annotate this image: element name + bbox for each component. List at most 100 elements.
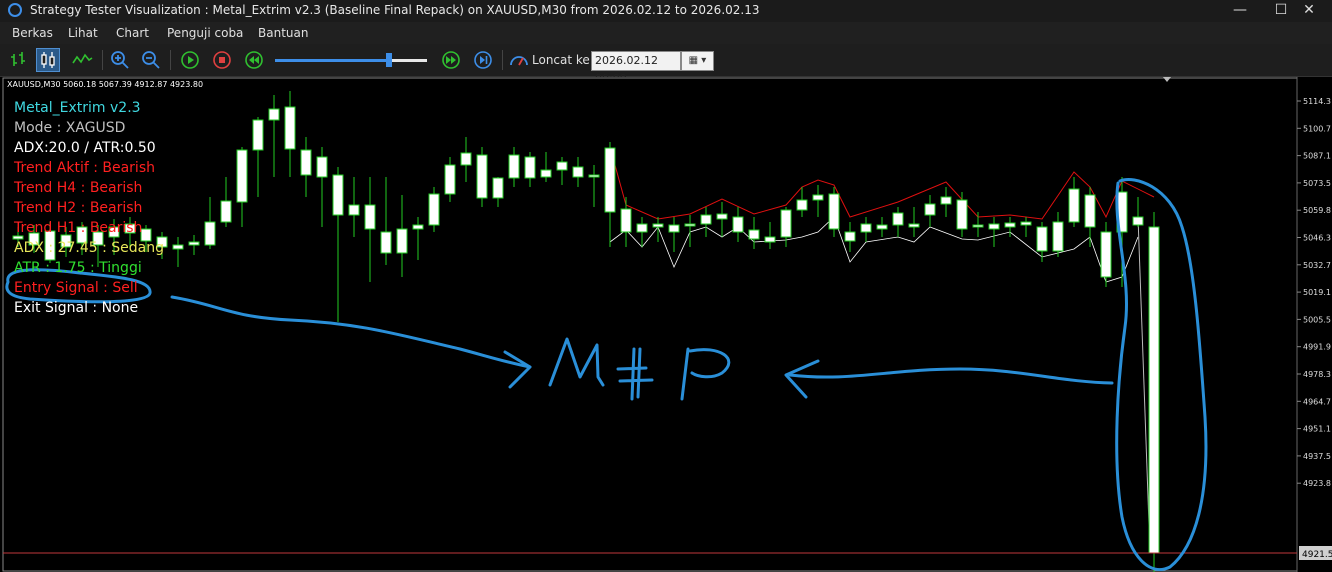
candle-body	[188, 241, 200, 246]
candle-body	[428, 193, 440, 226]
candle-body	[412, 224, 424, 230]
candle-body	[700, 214, 712, 225]
candle-body	[332, 174, 344, 216]
candle-body	[588, 174, 600, 178]
candle-body	[748, 229, 760, 240]
menu-bantuan[interactable]: Bantuan	[258, 26, 308, 40]
candle-body	[908, 223, 920, 228]
overlay-line-mode: Mode : XAGUSD	[14, 120, 126, 136]
play-icon[interactable]	[178, 48, 202, 72]
price-tick-label: 5019.1	[1303, 288, 1331, 297]
minimize-button[interactable]: —	[1217, 0, 1263, 22]
candle-body	[1052, 221, 1064, 252]
menu-chart[interactable]: Chart	[116, 26, 149, 40]
candle-body	[476, 154, 488, 199]
candle-body	[492, 177, 504, 199]
symbol-info: XAUUSD,M30 5060.18 5067.39 4912.87 4923.…	[7, 80, 204, 89]
candle-body	[1148, 226, 1160, 554]
price-tick-label: 5114.3	[1303, 97, 1331, 106]
current-price-label: 4921.5	[1302, 550, 1332, 560]
overlay-line-adx-atr: ADX:20.0 / ATR:0.50	[14, 140, 156, 156]
speed-slider-thumb[interactable]	[386, 53, 392, 67]
menu-lihat[interactable]: Lihat	[68, 26, 98, 40]
price-tick-label: 5059.8	[1303, 206, 1331, 215]
candle-body	[876, 224, 888, 230]
jump-date-input[interactable]: 2026.02.12 00:00	[591, 51, 681, 85]
overlay-line-entry-signal: Entry Signal : Sell	[14, 280, 138, 296]
candle-body	[220, 200, 232, 223]
candle-body	[1100, 231, 1112, 278]
candle-body	[236, 149, 248, 203]
candle-body	[348, 204, 360, 216]
price-tick-label: 5100.7	[1303, 124, 1331, 133]
menu-berkas[interactable]: Berkas	[12, 26, 53, 40]
candle-body	[796, 199, 808, 211]
indicator-overlay: Metal_Extrim v2.3 Mode : XAGUSD ADX:20.0…	[14, 98, 164, 318]
candle-body	[844, 231, 856, 242]
candle-body	[300, 149, 312, 176]
fast-forward-icon[interactable]	[439, 48, 463, 72]
candle-body	[444, 164, 456, 195]
calendar-icon: ▦ ▾	[688, 55, 707, 66]
price-tick-label: 4991.9	[1303, 343, 1331, 352]
candle-body	[1132, 216, 1144, 226]
toolbar-separator	[102, 50, 103, 70]
stop-icon[interactable]	[210, 48, 234, 72]
candle-body	[204, 221, 216, 246]
candle-body	[316, 156, 328, 178]
line-chart-icon[interactable]	[70, 48, 94, 72]
candle-body	[460, 152, 472, 166]
jump-to-label: Loncat ke	[532, 53, 590, 67]
candle-body	[716, 213, 728, 220]
candle-body	[1036, 226, 1048, 252]
candle-body	[940, 196, 952, 205]
candle-body	[1020, 221, 1032, 226]
overlay-line-adx: ADX : 27.45 : Sedang	[14, 240, 164, 256]
price-tick-label: 4937.5	[1303, 452, 1331, 461]
title-bar: Strategy Tester Visualization : Metal_Ex…	[0, 0, 1332, 22]
candle-body	[972, 224, 984, 228]
candle-body	[684, 223, 696, 227]
price-tick-label: 5005.5	[1303, 315, 1331, 324]
toolbar-separator	[170, 50, 171, 70]
candle-body	[380, 231, 392, 254]
candle-body	[364, 204, 376, 230]
overlay-line-trend-h4: Trend H4 : Bearish	[14, 180, 143, 196]
candle-body	[780, 209, 792, 238]
price-tick-label: 5087.1	[1303, 152, 1331, 161]
jump-to-icon[interactable]	[507, 48, 531, 72]
close-button[interactable]: ✕	[1286, 0, 1332, 22]
toolbar-separator	[502, 50, 503, 70]
bar-chart-icon[interactable]	[6, 48, 30, 72]
overlay-line-trend-active: Trend Aktif : Bearish	[14, 160, 155, 176]
candle-body	[732, 216, 744, 233]
menu-bar: Berkas Lihat Chart Penguji coba Bantuan	[0, 22, 1332, 44]
candle-body	[812, 194, 824, 201]
price-chart[interactable]: 5114.3 5100.7 5087.1 5073.5 5059.8 5046.3 5032…	[0, 77, 1332, 572]
menu-penguji-coba[interactable]: Penguji coba	[167, 26, 243, 40]
candle-body	[604, 147, 616, 213]
price-tick-label: 4964.7	[1303, 397, 1331, 406]
candle-body	[252, 119, 264, 151]
overlay-line-trend-h2: Trend H2 : Bearish	[14, 200, 143, 216]
speed-slider-fill	[275, 59, 389, 62]
candle-body	[572, 166, 584, 178]
zoom-in-icon[interactable]	[108, 48, 132, 72]
candle-body	[924, 203, 936, 216]
candle-body	[396, 228, 408, 254]
price-tick-label: 5032.7	[1303, 261, 1331, 270]
candle-body	[1004, 222, 1016, 228]
calendar-dropdown-button[interactable]: ▦ ▾	[681, 51, 714, 71]
price-axis: 5114.3 5100.7 5087.1 5073.5 5059.8 5046.3 5032…	[1297, 97, 1331, 488]
window-title: Strategy Tester Visualization : Metal_Ex…	[30, 3, 760, 17]
overlay-line-atr: ATR : 1.75 : Tinggi	[14, 260, 142, 276]
rewind-icon[interactable]	[242, 48, 266, 72]
candlestick-icon[interactable]	[36, 48, 60, 72]
candle-body	[1084, 194, 1096, 228]
skip-icon[interactable]	[471, 48, 495, 72]
candle-body	[268, 108, 280, 121]
overlay-line-trend-h1: Trend H1 : Bearish	[14, 220, 143, 236]
overlay-line-indicator-name: Metal_Extrim v2.3	[14, 100, 141, 116]
zoom-out-icon[interactable]	[139, 48, 163, 72]
price-tick-label: 4978.3	[1303, 370, 1331, 379]
